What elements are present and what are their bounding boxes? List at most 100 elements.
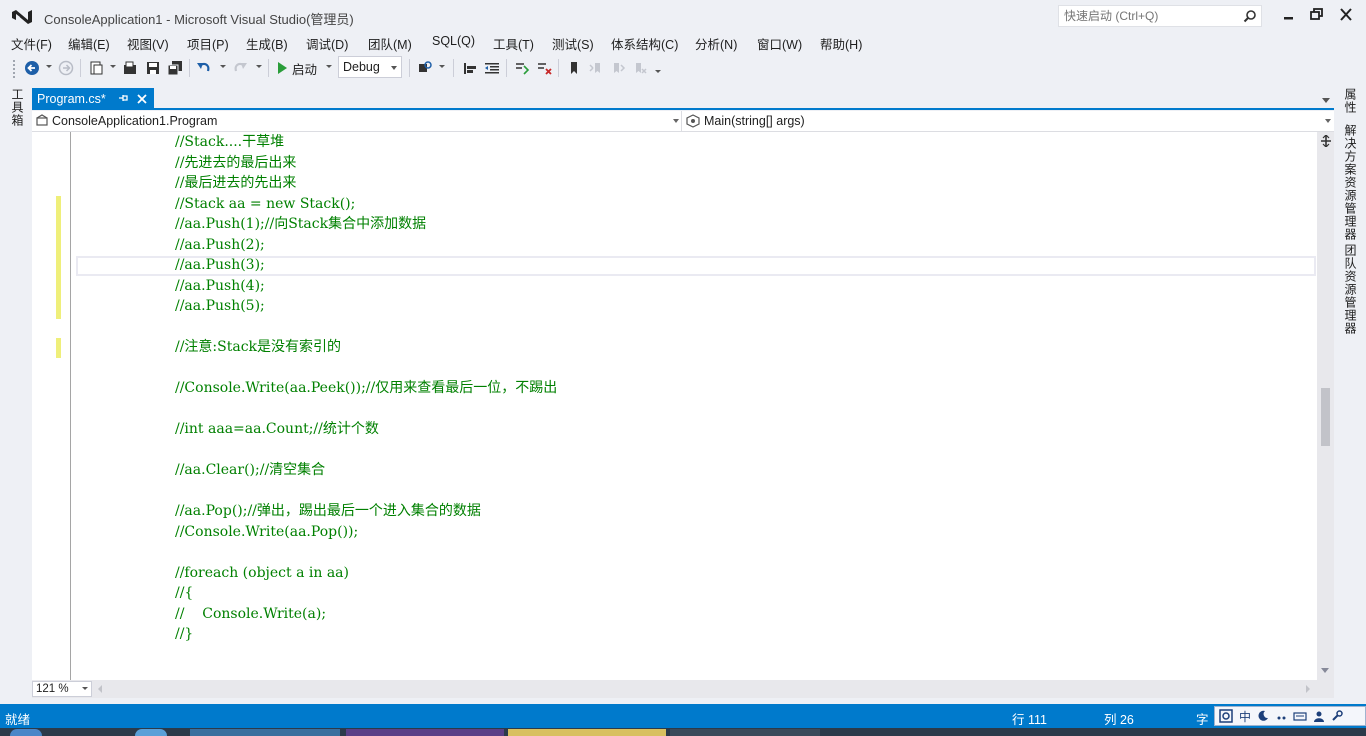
- keyboard-icon[interactable]: [1293, 710, 1307, 722]
- code-line[interactable]: //Console.Write(aa.Pop());: [175, 522, 358, 542]
- undo-dropdown[interactable]: [220, 65, 226, 68]
- tab-overflow-dropdown[interactable]: [1322, 98, 1330, 103]
- start-debugging-button[interactable]: 启动: [276, 59, 317, 77]
- save-icon[interactable]: [145, 60, 161, 76]
- clear-bookmarks-icon[interactable]: [632, 60, 648, 76]
- code-line[interactable]: //注意:Stack是没有索引的: [175, 337, 341, 357]
- find-dropdown[interactable]: [439, 65, 445, 68]
- code-line[interactable]: //aa.Push(5);: [175, 296, 265, 316]
- tab-program-cs[interactable]: Program.cs*: [32, 88, 154, 110]
- solution-configuration-select[interactable]: Debug: [338, 56, 402, 78]
- taskbar-item-visual-studio[interactable]: [346, 729, 504, 736]
- code-line[interactable]: //int aaa=aa.Count;//统计个数: [175, 419, 379, 439]
- undo-icon[interactable]: [196, 60, 212, 76]
- menu-help[interactable]: 帮助(H): [820, 34, 862, 53]
- code-line[interactable]: //Stack aa = new Stack();: [175, 194, 355, 214]
- menu-test[interactable]: 测试(S): [552, 34, 594, 53]
- new-project-dropdown[interactable]: [110, 65, 116, 68]
- configuration-value: Debug: [343, 60, 380, 74]
- moon-icon[interactable]: [1257, 710, 1269, 722]
- forward-icon[interactable]: [58, 60, 74, 76]
- code-line[interactable]: //{: [175, 583, 193, 603]
- menu-tools[interactable]: 工具(T): [493, 34, 534, 53]
- ime-mode[interactable]: 中: [1239, 708, 1251, 725]
- menu-team[interactable]: 团队(M): [368, 34, 412, 53]
- start-orb-icon[interactable]: [10, 729, 42, 736]
- back-icon[interactable]: [24, 60, 40, 76]
- scroll-left-arrow[interactable]: [98, 685, 102, 693]
- search-icon[interactable]: [1243, 9, 1257, 23]
- code-text[interactable]: //Stack....干草堆 //先进去的最后出来 //最后进去的先出来 //S…: [175, 132, 557, 642]
- code-line[interactable]: //Console.Write(aa.Peek());//仅用来查看最后一位，不…: [175, 378, 557, 398]
- taskbar-item[interactable]: [670, 729, 820, 736]
- close-tab-icon[interactable]: [136, 93, 148, 105]
- code-line[interactable]: //aa.Push(4);: [175, 276, 265, 296]
- code-line[interactable]: //Stack....干草堆: [175, 132, 284, 152]
- redo-dropdown[interactable]: [256, 65, 262, 68]
- open-file-icon[interactable]: [122, 60, 138, 76]
- ie-icon[interactable]: [135, 729, 167, 736]
- type-dropdown[interactable]: ConsoleApplication1.Program: [32, 111, 682, 132]
- restore-button[interactable]: [1307, 6, 1327, 24]
- code-line[interactable]: //先进去的最后出来: [175, 153, 296, 173]
- menu-project[interactable]: 项目(P): [187, 34, 229, 53]
- code-line[interactable]: //aa.Push(3);: [175, 255, 265, 275]
- ime-toolbar[interactable]: 中: [1214, 706, 1366, 726]
- code-line[interactable]: //foreach (object a in aa): [175, 563, 349, 583]
- quick-launch-box[interactable]: [1058, 5, 1262, 27]
- ime-logo-icon[interactable]: [1219, 709, 1233, 723]
- bookmark-icon[interactable]: [566, 60, 582, 76]
- punctuation-icon[interactable]: [1275, 710, 1287, 722]
- outdent-icon[interactable]: [484, 60, 500, 76]
- scroll-down-arrow[interactable]: [1321, 668, 1329, 673]
- menu-sql[interactable]: SQL(Q): [432, 34, 475, 48]
- new-project-icon[interactable]: [88, 60, 104, 76]
- code-editor[interactable]: //Stack....干草堆 //先进去的最后出来 //最后进去的先出来 //S…: [32, 132, 1317, 680]
- properties-tab[interactable]: 属性: [1342, 88, 1359, 114]
- scrollbar-thumb[interactable]: [1321, 388, 1330, 446]
- solution-explorer-tab[interactable]: 解决方案资源管理器: [1342, 124, 1359, 241]
- code-line[interactable]: //aa.Pop();//弹出，踢出最后一个进入集合的数据: [175, 501, 481, 521]
- user-icon[interactable]: [1313, 710, 1325, 722]
- menu-file[interactable]: 文件(F): [11, 34, 52, 53]
- close-window-button[interactable]: [1336, 6, 1356, 24]
- start-dropdown[interactable]: [326, 65, 332, 68]
- back-dropdown[interactable]: [46, 65, 52, 68]
- next-bookmark-icon[interactable]: [610, 60, 626, 76]
- code-line[interactable]: //最后进去的先出来: [175, 173, 296, 193]
- taskbar-item[interactable]: [190, 729, 340, 736]
- menu-architecture[interactable]: 体系结构(C): [611, 34, 678, 53]
- comment-lines-icon[interactable]: [514, 60, 530, 76]
- team-explorer-tab[interactable]: 团队资源管理器: [1342, 244, 1359, 335]
- code-line[interactable]: //}: [175, 624, 193, 644]
- toolbar-grip[interactable]: [12, 59, 16, 79]
- code-line[interactable]: //aa.Push(1);//向Stack集合中添加数据: [175, 214, 426, 234]
- quick-launch-input[interactable]: [1059, 6, 1239, 26]
- pin-icon[interactable]: [118, 93, 128, 103]
- taskbar-item[interactable]: [508, 729, 666, 736]
- align-left-icon[interactable]: [462, 60, 478, 76]
- menu-view[interactable]: 视图(V): [127, 34, 169, 53]
- toolbar-overflow-dropdown[interactable]: [655, 70, 661, 73]
- redo-icon[interactable]: [232, 60, 248, 76]
- menu-build[interactable]: 生成(B): [246, 34, 288, 53]
- minimize-button[interactable]: [1279, 6, 1299, 24]
- previous-bookmark-icon[interactable]: [588, 60, 604, 76]
- menu-analyze[interactable]: 分析(N): [695, 34, 737, 53]
- find-in-files-icon[interactable]: [417, 60, 433, 76]
- code-line[interactable]: // Console.Write(a);: [175, 604, 326, 624]
- member-dropdown[interactable]: Main(string[] args): [683, 111, 1334, 132]
- menu-edit[interactable]: 编辑(E): [68, 34, 110, 53]
- menu-window[interactable]: 窗口(W): [757, 34, 802, 53]
- vertical-scrollbar[interactable]: [1317, 132, 1334, 680]
- code-line[interactable]: //aa.Push(2);: [175, 235, 265, 255]
- save-all-icon[interactable]: [167, 60, 183, 76]
- scroll-right-arrow[interactable]: [1306, 685, 1310, 693]
- menu-debug[interactable]: 调试(D): [306, 34, 348, 53]
- chevron-down-icon[interactable]: [82, 687, 88, 690]
- toolbox-tab[interactable]: 工具箱: [9, 88, 26, 127]
- code-line[interactable]: //aa.Clear();//清空集合: [175, 460, 325, 480]
- split-window-icon[interactable]: [1320, 135, 1332, 147]
- wrench-icon[interactable]: [1331, 710, 1343, 722]
- uncomment-lines-icon[interactable]: [536, 60, 552, 76]
